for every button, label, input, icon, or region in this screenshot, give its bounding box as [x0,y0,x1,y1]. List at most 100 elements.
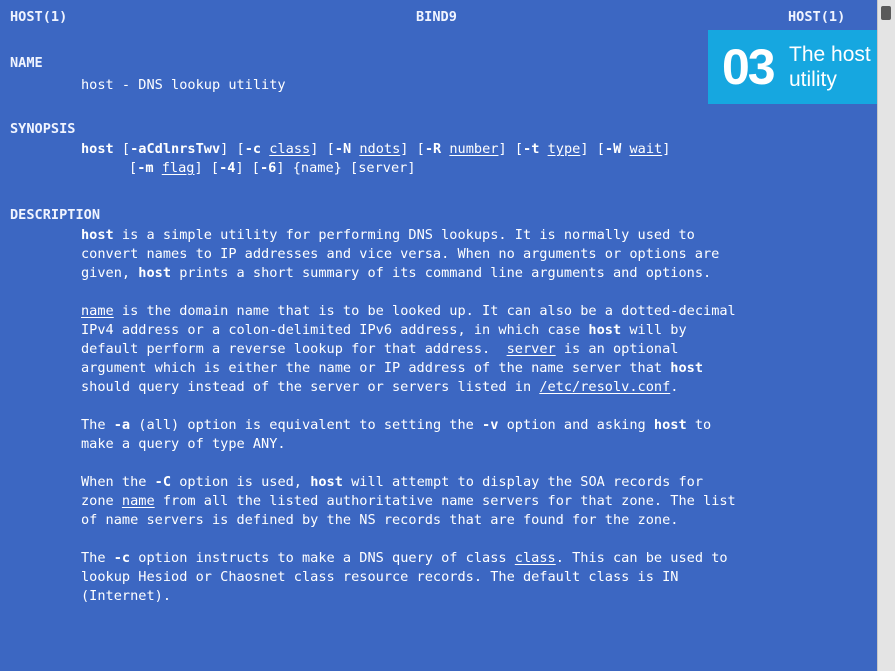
underlined-term: class [514,550,556,566]
text-run: ] [ [498,141,524,157]
text-run: When the [81,474,155,490]
text-run: (Internet). [81,588,172,604]
text-run: from all the listed authoritative name s… [154,493,736,509]
bold-term: host [81,141,114,157]
bold-term: -m [137,160,154,176]
underlined-term: /etc/resolv.conf [539,379,671,395]
bold-term: -v [482,417,499,433]
text-run: (all) option is equivalent to setting th… [130,417,483,433]
text-run: ] [ [220,141,245,157]
text-run: The [81,550,114,566]
bold-term: host [588,322,622,338]
underlined-term: server [506,341,556,357]
text-run: option is used, [171,474,311,490]
badge-number: 03 [722,39,776,95]
synopsis-heading: SYNOPSIS [10,121,76,137]
bold-term: host [670,360,704,376]
bold-term: -c [244,141,262,157]
description-line: The -a (all) option is equivalent to set… [81,417,711,433]
text-run: is the domain name that is to be looked … [113,303,736,319]
underlined-term: flag [161,160,195,176]
text-run: option instructs to make a DNS query of … [130,550,515,566]
bold-term: host [138,265,172,281]
text-run: The [81,417,114,433]
text-run: ] [ [310,141,335,157]
text-run [539,141,547,157]
scrollbar-thumb[interactable] [881,6,891,20]
text-run: is an optional [555,341,679,357]
text-run: convert names to IP addresses and vice v… [81,246,720,262]
header-center: BIND9 [416,9,457,25]
underlined-term: number [449,141,499,157]
text-run: ] [ [400,141,425,157]
bold-term: host [81,227,114,243]
description-line: The -c option instructs to make a DNS qu… [81,550,728,566]
text-run: make a query of type ANY. [81,436,286,452]
name-heading: NAME [10,55,43,71]
bold-term: -R [424,141,442,157]
underlined-term: class [269,141,311,157]
description-line: of name servers is defined by the NS rec… [81,512,678,528]
description-line: zone name from all the listed authoritat… [81,493,736,509]
bold-term: -c [113,550,131,566]
text-run: of name servers is defined by the NS rec… [81,512,679,528]
text-run: argument which is either the name or IP … [81,360,671,376]
step-badge: 03 The host utility [708,30,881,104]
text-run: prints a short summary of its command li… [171,265,712,281]
description-line: IPv4 address or a colon-delimited IPv6 a… [81,322,687,338]
underlined-term: name [81,303,114,319]
text-run: ] [ [235,160,260,176]
name-text: host - DNS lookup utility [81,77,286,93]
text-run: . This can be used to [555,550,728,566]
text-run: ] {name} [server] [276,160,416,176]
text-run: zone [81,493,122,509]
text-run [154,160,162,176]
text-run: [ [129,160,138,176]
bold-term: -a [113,417,131,433]
text-run: default perform a reverse lookup for tha… [81,341,507,357]
badge-line-2: utility [789,68,837,91]
description-line: name is the domain name that is to be lo… [81,303,736,319]
text-run: is a simple utility for performing DNS l… [113,227,695,243]
bold-term: -aCdlnrsTwv [130,141,221,157]
text-run: ] [ [194,160,220,176]
description-line: default perform a reverse lookup for tha… [81,341,678,357]
bold-term: -W [604,141,622,157]
description-line: (Internet). [81,588,171,604]
underlined-term: name [121,493,155,509]
badge-line-1: The host [789,43,871,66]
text-run: . [670,379,679,395]
bold-term: host [653,417,687,433]
description-line: should query instead of the server or se… [81,379,678,395]
bold-term: -N [334,141,352,157]
text-run: given, [81,265,139,281]
underlined-term: ndots [359,141,401,157]
text-run: IPv4 address or a colon-delimited IPv6 a… [81,322,589,338]
description-line: convert names to IP addresses and vice v… [81,246,719,262]
header-right: HOST(1) [788,9,846,25]
text-run: will attempt to display the SOA records … [342,474,704,490]
bold-term: host [310,474,343,490]
description-line: given, host prints a short summary of it… [81,265,711,281]
text-run: lookup Hesiod or Chaosnet class resource… [81,569,679,585]
description-heading: DESCRIPTION [10,207,101,223]
scrollbar[interactable] [877,0,895,671]
bold-term: -4 [219,160,236,176]
synopsis-line-1: host [-aCdlnrsTwv] [-c class] [-N ndots]… [81,141,670,157]
description-line: When the -C option is used, host will at… [81,474,703,490]
text-run: ] [662,141,671,157]
header-left: HOST(1) [10,9,68,25]
text-run: [ [113,141,131,157]
bold-term: -C [154,474,172,490]
underlined-term: wait [629,141,663,157]
text-run: option and asking [498,417,654,433]
bold-term: -6 [260,160,277,176]
underlined-term: type [547,141,581,157]
description-line: lookup Hesiod or Chaosnet class resource… [81,569,678,585]
text-run: should query instead of the server or se… [81,379,540,395]
description-line: make a query of type ANY. [81,436,286,452]
text-run: to [686,417,712,433]
text-run: will by [621,322,687,338]
description-line: host is a simple utility for performing … [81,227,695,243]
synopsis-line-2: [-m flag] [-4] [-6] {name} [server] [129,160,416,176]
